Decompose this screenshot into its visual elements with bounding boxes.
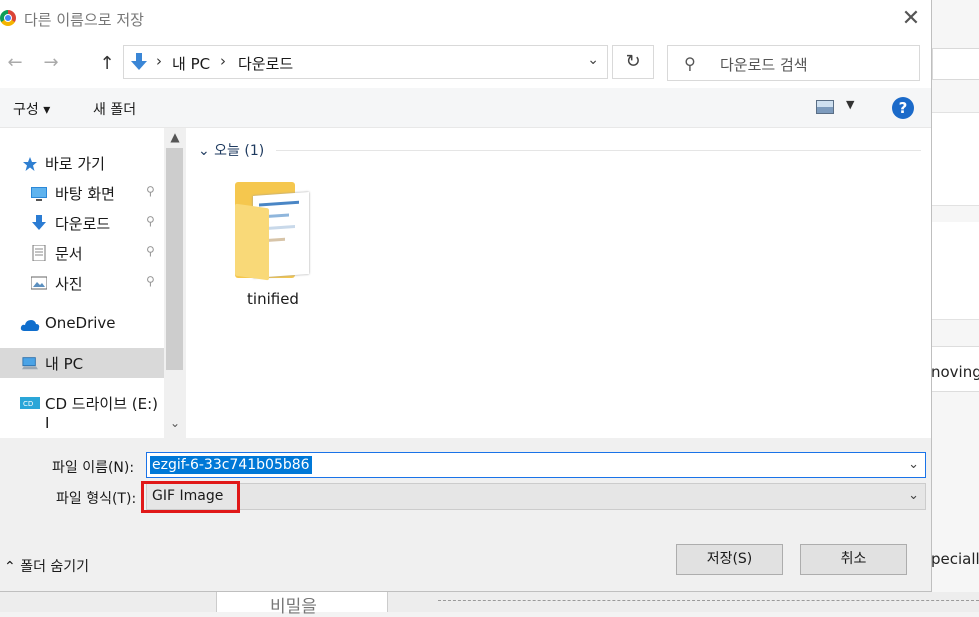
address-bar[interactable]: › 내 PC › 다운로드 ⌄: [123, 45, 608, 79]
download-arrow-icon: [131, 53, 147, 70]
navigation-pane: 바로 가기 바탕 화면 ⚲ 다운로드 ⚲ 문서 ⚲ 사진 ⚲ OneDrive: [0, 128, 186, 438]
file-list: ⌄ 오늘 (1) tinified: [186, 128, 931, 438]
background-box: [932, 222, 979, 320]
pin-icon: ⚲: [146, 184, 155, 198]
save-as-dialog: 다른 이름으로 저장 ✕ ← → ↑ › 내 PC › 다운로드 ⌄ ↻ ⚲ 다…: [0, 0, 932, 592]
sidebar-item-label: OneDrive: [45, 314, 116, 332]
cancel-button[interactable]: 취소: [800, 544, 907, 575]
desktop-icon: [31, 187, 47, 201]
sidebar-item-cd-drive[interactable]: CD CD 드라이브 (E:) I: [0, 388, 164, 432]
download-icon: [32, 215, 46, 230]
hide-folders-label: 폴더 숨기기: [20, 559, 90, 575]
filetype-label: 파일 형식(T):: [56, 491, 137, 507]
breadcrumb-downloads[interactable]: 다운로드: [238, 53, 293, 74]
search-icon: ⚲: [684, 54, 696, 73]
pin-icon: ⚲: [146, 274, 155, 288]
sidebar-item-pictures[interactable]: 사진 ⚲: [0, 268, 164, 298]
pin-icon: ⚲: [146, 244, 155, 258]
svg-text:CD: CD: [23, 400, 33, 408]
pictures-icon: [31, 276, 47, 290]
search-box[interactable]: ⚲ 다운로드 검색: [667, 45, 920, 81]
navigation-pane-scrollbar[interactable]: ▲ ⌄: [164, 128, 186, 438]
background-dashed-line: [438, 600, 979, 613]
command-toolbar: 구성 ▾ 새 폴더 ▼: [0, 88, 931, 128]
background-bottom: [0, 592, 979, 612]
breadcrumb-this-pc[interactable]: 내 PC: [172, 53, 210, 74]
close-button[interactable]: ✕: [892, 4, 930, 34]
folder-item[interactable]: tinified: [233, 180, 313, 310]
annotation-highlight-box: [141, 481, 240, 513]
scrollbar-thumb[interactable]: [166, 148, 183, 370]
scroll-down-button[interactable]: ⌄: [164, 416, 186, 434]
up-button[interactable]: ↑: [96, 53, 118, 75]
breadcrumb-separator[interactable]: ›: [156, 52, 162, 70]
title-bar: 다른 이름으로 저장 ✕: [0, 0, 931, 38]
background-text: noving: [931, 363, 979, 381]
chrome-icon: [0, 10, 16, 26]
sidebar-item-label: 내 PC: [45, 355, 84, 373]
dialog-title: 다른 이름으로 저장: [24, 11, 144, 29]
cd-drive-icon: CD: [20, 397, 40, 409]
save-button[interactable]: 저장(S): [676, 544, 783, 575]
help-icon[interactable]: ?: [892, 97, 914, 119]
computer-icon: [22, 357, 38, 370]
folder-name: tinified: [247, 290, 299, 308]
sidebar-item-label: 바탕 화면: [55, 185, 115, 203]
view-options-dropdown[interactable]: ▼: [846, 98, 854, 111]
new-folder-button[interactable]: 새 폴더: [93, 99, 136, 119]
view-options-icon[interactable]: [816, 100, 834, 114]
hide-folders-toggle[interactable]: ⌃ 폴더 숨기기: [4, 556, 89, 576]
filename-value[interactable]: ezgif-6-33c741b05b86: [150, 456, 312, 474]
folder-front: [235, 203, 269, 281]
refresh-button[interactable]: ↻: [612, 45, 654, 79]
filename-history-dropdown[interactable]: ⌄: [908, 457, 919, 472]
search-placeholder: 다운로드 검색: [720, 56, 808, 74]
background-box: [932, 112, 979, 206]
chevron-up-icon: ⌃: [4, 559, 16, 575]
background-box: [932, 48, 979, 80]
sidebar-item-desktop[interactable]: 바탕 화면 ⚲: [0, 178, 164, 208]
pin-icon: ⚲: [146, 214, 155, 228]
filetype-dropdown[interactable]: ⌄: [908, 488, 919, 503]
sidebar-item-documents[interactable]: 문서 ⚲: [0, 238, 164, 268]
sidebar-item-label: 바로 가기: [45, 155, 105, 173]
document-icon: [32, 245, 46, 261]
organize-button[interactable]: 구성 ▾: [13, 99, 50, 119]
sidebar-item-label: 다운로드: [55, 215, 111, 233]
background-text: peciall: [931, 550, 979, 568]
onedrive-icon: [20, 320, 40, 331]
sidebar-item-label: CD 드라이브 (E:) I: [45, 395, 158, 432]
star-icon: [23, 157, 37, 171]
group-divider: [276, 150, 921, 151]
breadcrumb-separator[interactable]: ›: [220, 52, 226, 70]
group-header-today[interactable]: ⌄ 오늘 (1): [198, 140, 264, 160]
scroll-up-button[interactable]: ▲: [164, 130, 186, 148]
sidebar-item-downloads[interactable]: 다운로드 ⚲: [0, 208, 164, 238]
filename-label: 파일 이름(N):: [52, 460, 135, 476]
sidebar-item-this-pc[interactable]: 내 PC: [0, 348, 164, 378]
sidebar-item-label: 문서: [55, 245, 83, 263]
address-history-dropdown[interactable]: ⌄: [587, 52, 599, 68]
forward-button[interactable]: →: [40, 52, 62, 74]
background-text: 비밀을: [270, 597, 317, 617]
filename-field[interactable]: ezgif-6-33c741b05b86 ⌄: [146, 452, 926, 478]
sidebar-item-label: 사진: [55, 275, 83, 293]
sidebar-item-quick-access[interactable]: 바로 가기: [0, 148, 164, 178]
filetype-select[interactable]: GIF Image ⌄: [146, 483, 926, 510]
save-form: 파일 이름(N): ezgif-6-33c741b05b86 ⌄ 파일 형식(T…: [0, 438, 931, 591]
sidebar-item-onedrive[interactable]: OneDrive: [0, 309, 164, 339]
back-button[interactable]: ←: [4, 52, 26, 74]
